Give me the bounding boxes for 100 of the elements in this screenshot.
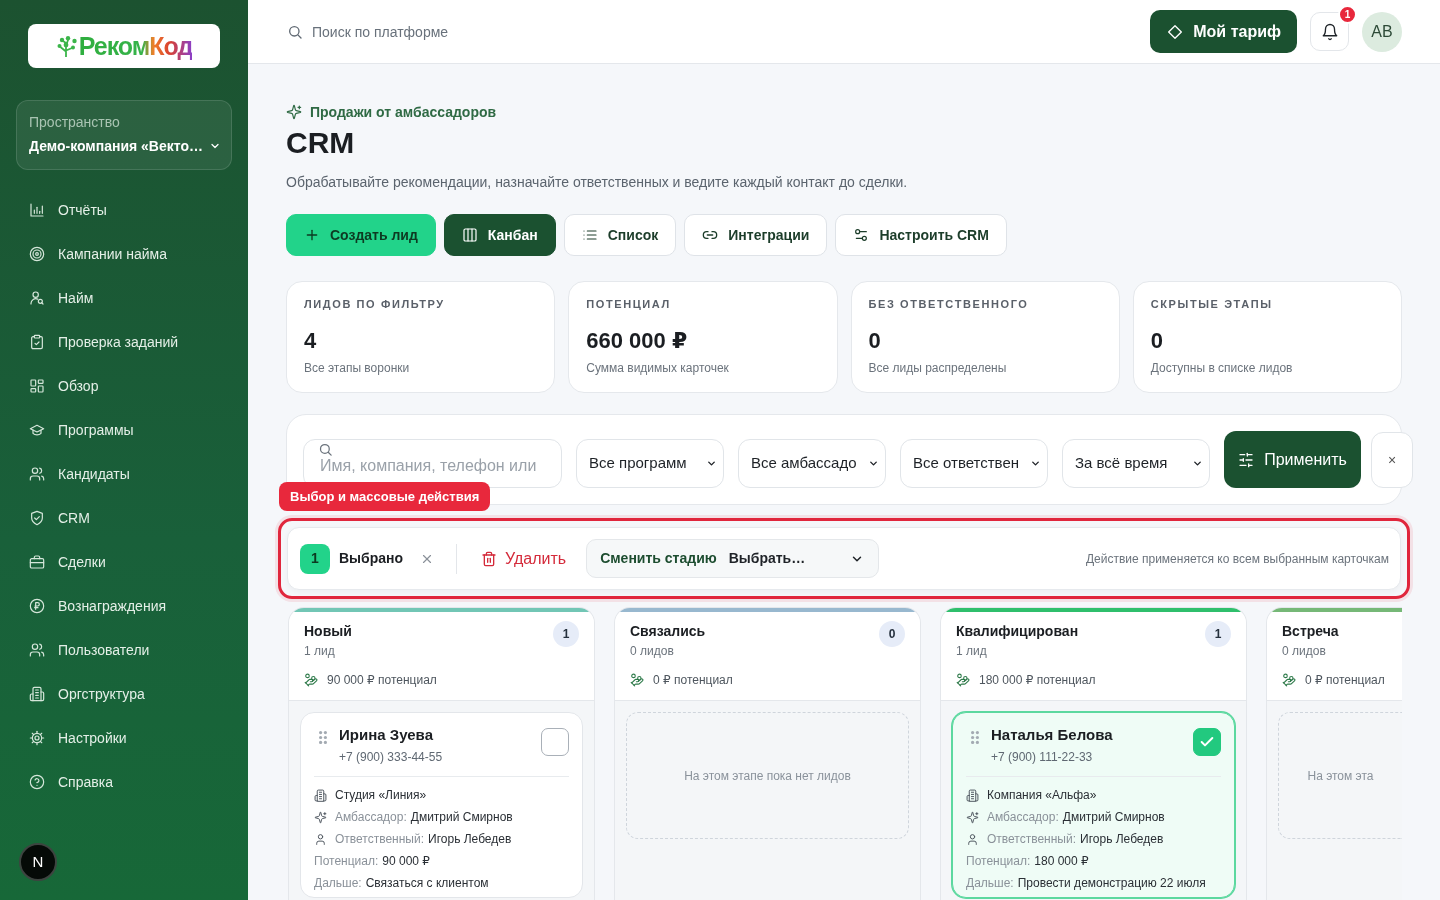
field-label: Амбассадор: bbox=[335, 809, 407, 826]
stat-note: Все лиды распределены bbox=[868, 360, 1008, 376]
sparkles-icon bbox=[286, 104, 302, 120]
sidebar-item[interactable]: Вознаграждения bbox=[16, 588, 232, 624]
coins-hand-icon bbox=[630, 673, 644, 687]
workspace-select[interactable]: Демо-компания «Векто… bbox=[29, 136, 221, 156]
sidebar-item[interactable]: Проверка заданий bbox=[16, 324, 232, 360]
sidebar-item[interactable]: Отчёты bbox=[16, 192, 232, 228]
sidebar-item[interactable]: CRM bbox=[16, 500, 232, 536]
view-tab[interactable]: Список bbox=[563, 214, 677, 256]
chevron-icon bbox=[868, 458, 879, 469]
workspace-label: Пространство bbox=[29, 113, 121, 132]
field-value: Игорь Лебедев bbox=[428, 831, 512, 848]
column-title: Встреча bbox=[1282, 622, 1339, 641]
help-icon bbox=[29, 774, 45, 790]
stage-select[interactable]: Сменить стадию Выбрать… bbox=[586, 539, 880, 578]
drag-handle-icon[interactable] bbox=[971, 731, 979, 744]
sidebar-item[interactable]: Кампании найма bbox=[16, 236, 232, 272]
field-value: Дмитрий Смирнов bbox=[410, 809, 513, 826]
plus-icon bbox=[304, 227, 320, 243]
sidebar-item[interactable]: Найм bbox=[16, 280, 232, 316]
tree-icon bbox=[55, 35, 78, 57]
user-icon bbox=[966, 832, 979, 846]
column-count-badge: 1 bbox=[553, 621, 579, 647]
ruble-coin-icon bbox=[29, 598, 45, 614]
column-count-badge: 0 bbox=[879, 621, 905, 647]
search-icon bbox=[318, 442, 333, 457]
column-lead-count: 0 лидов bbox=[1282, 643, 1327, 659]
graduation-cap-icon bbox=[29, 422, 45, 438]
company-name: Студия «Линия» bbox=[335, 787, 427, 804]
selected-count-badge: 1 bbox=[300, 543, 330, 574]
apply-button[interactable]: Применить bbox=[1224, 431, 1361, 488]
sidebar-item[interactable]: Настройки bbox=[16, 720, 232, 756]
briefcase-icon bbox=[29, 554, 45, 570]
field-label: Амбассадор: bbox=[987, 809, 1059, 826]
filter-select[interactable]: Все программ bbox=[576, 439, 724, 488]
configure-crm-button[interactable]: Настроить CRM bbox=[835, 214, 1007, 256]
field-label: Дальше: bbox=[966, 875, 1014, 892]
stat-label: СКРЫТЫЕ ЭТАПЫ bbox=[1150, 297, 1274, 312]
sidebar-item[interactable]: Кандидаты bbox=[16, 456, 232, 492]
sidebar-item[interactable]: Обзор bbox=[16, 368, 232, 404]
stat-value: 4 bbox=[304, 327, 318, 355]
sidebar-item[interactable]: Справка bbox=[16, 764, 232, 800]
delete-button[interactable]: Удалить bbox=[477, 546, 571, 571]
stage-label: Сменить стадию bbox=[600, 549, 717, 568]
column-count-badge: 1 bbox=[1205, 621, 1231, 647]
column-potential: 0 ₽ потенциал bbox=[1305, 672, 1385, 689]
reset-button[interactable]: × bbox=[1371, 432, 1413, 488]
filter-select[interactable]: За всё время bbox=[1062, 439, 1210, 488]
annotation-tag: Выбор и массовые действия bbox=[279, 482, 491, 511]
shield-check-icon bbox=[29, 510, 45, 526]
bulk-hint: Действие применяется ко всем выбранным карточкам bbox=[1085, 550, 1389, 568]
page-title: CRM bbox=[286, 125, 356, 161]
stat-note: Сумма видимых карточек bbox=[586, 360, 730, 376]
lead-name: Ирина Зуева bbox=[339, 725, 434, 745]
sidebar-item[interactable]: Оргструктура bbox=[16, 676, 232, 712]
stat-value: 0 bbox=[868, 327, 882, 355]
sidebar-item[interactable]: Пользователи bbox=[16, 632, 232, 668]
lead-phone: +7 (900) 111-22-33 bbox=[991, 749, 1094, 765]
trash-icon bbox=[481, 550, 498, 567]
column-lead-count: 1 лид bbox=[304, 643, 336, 659]
coins-hand-icon bbox=[956, 673, 970, 687]
drag-handle-icon[interactable] bbox=[319, 731, 327, 744]
stat-note: Все этапы воронки bbox=[304, 360, 411, 376]
building-icon bbox=[29, 686, 45, 702]
field-value: Связаться с клиентом bbox=[365, 875, 489, 892]
card-checkbox[interactable] bbox=[1193, 728, 1221, 756]
user-search-icon bbox=[29, 290, 45, 306]
users-icon bbox=[29, 466, 45, 482]
lead-search-field[interactable]: Имя, компания, телефон или bbox=[303, 439, 562, 488]
create-lead-button[interactable]: Создать лид bbox=[286, 214, 436, 256]
user-icon bbox=[314, 832, 327, 846]
field-label: Дальше: bbox=[314, 875, 362, 892]
coins-hand-icon bbox=[1282, 673, 1296, 687]
building-icon bbox=[314, 788, 327, 802]
sidebar-item[interactable]: Сделки bbox=[16, 544, 232, 580]
target-icon bbox=[29, 246, 45, 262]
field-value: 90 000 ₽ bbox=[382, 853, 430, 870]
integrations-button[interactable]: Интеграции bbox=[684, 214, 828, 256]
lead-name: Наталья Белова bbox=[991, 725, 1113, 745]
search-field[interactable]: Поиск по платформе bbox=[312, 21, 572, 42]
settings-icon bbox=[29, 730, 45, 746]
sidebar-item[interactable]: Программы bbox=[16, 412, 232, 448]
view-tab[interactable]: Канбан bbox=[443, 214, 556, 256]
field-label: Потенциал: bbox=[314, 853, 379, 870]
coins-hand-icon bbox=[304, 673, 318, 687]
stat-label: БЕЗ ОТВЕТСТВЕННОГО bbox=[868, 297, 1030, 312]
avatar[interactable]: AB bbox=[1362, 11, 1402, 52]
selected-label: Выбрано bbox=[339, 549, 404, 568]
company-name: Компания «Альфа» bbox=[987, 787, 1097, 804]
column-title: Связались bbox=[630, 622, 706, 641]
card-checkbox[interactable] bbox=[541, 728, 569, 756]
notifications-button[interactable] bbox=[1310, 12, 1349, 51]
field-label: Потенциал: bbox=[966, 853, 1031, 870]
filter-select[interactable]: Все ответствен bbox=[900, 439, 1048, 488]
filter-select[interactable]: Все амбассадо bbox=[738, 439, 886, 488]
dev-tools-button[interactable]: N bbox=[19, 843, 57, 881]
grid-icon bbox=[29, 378, 45, 394]
column-lead-count: 0 лидов bbox=[630, 643, 675, 659]
plan-button[interactable]: Мой тариф bbox=[1150, 10, 1297, 53]
